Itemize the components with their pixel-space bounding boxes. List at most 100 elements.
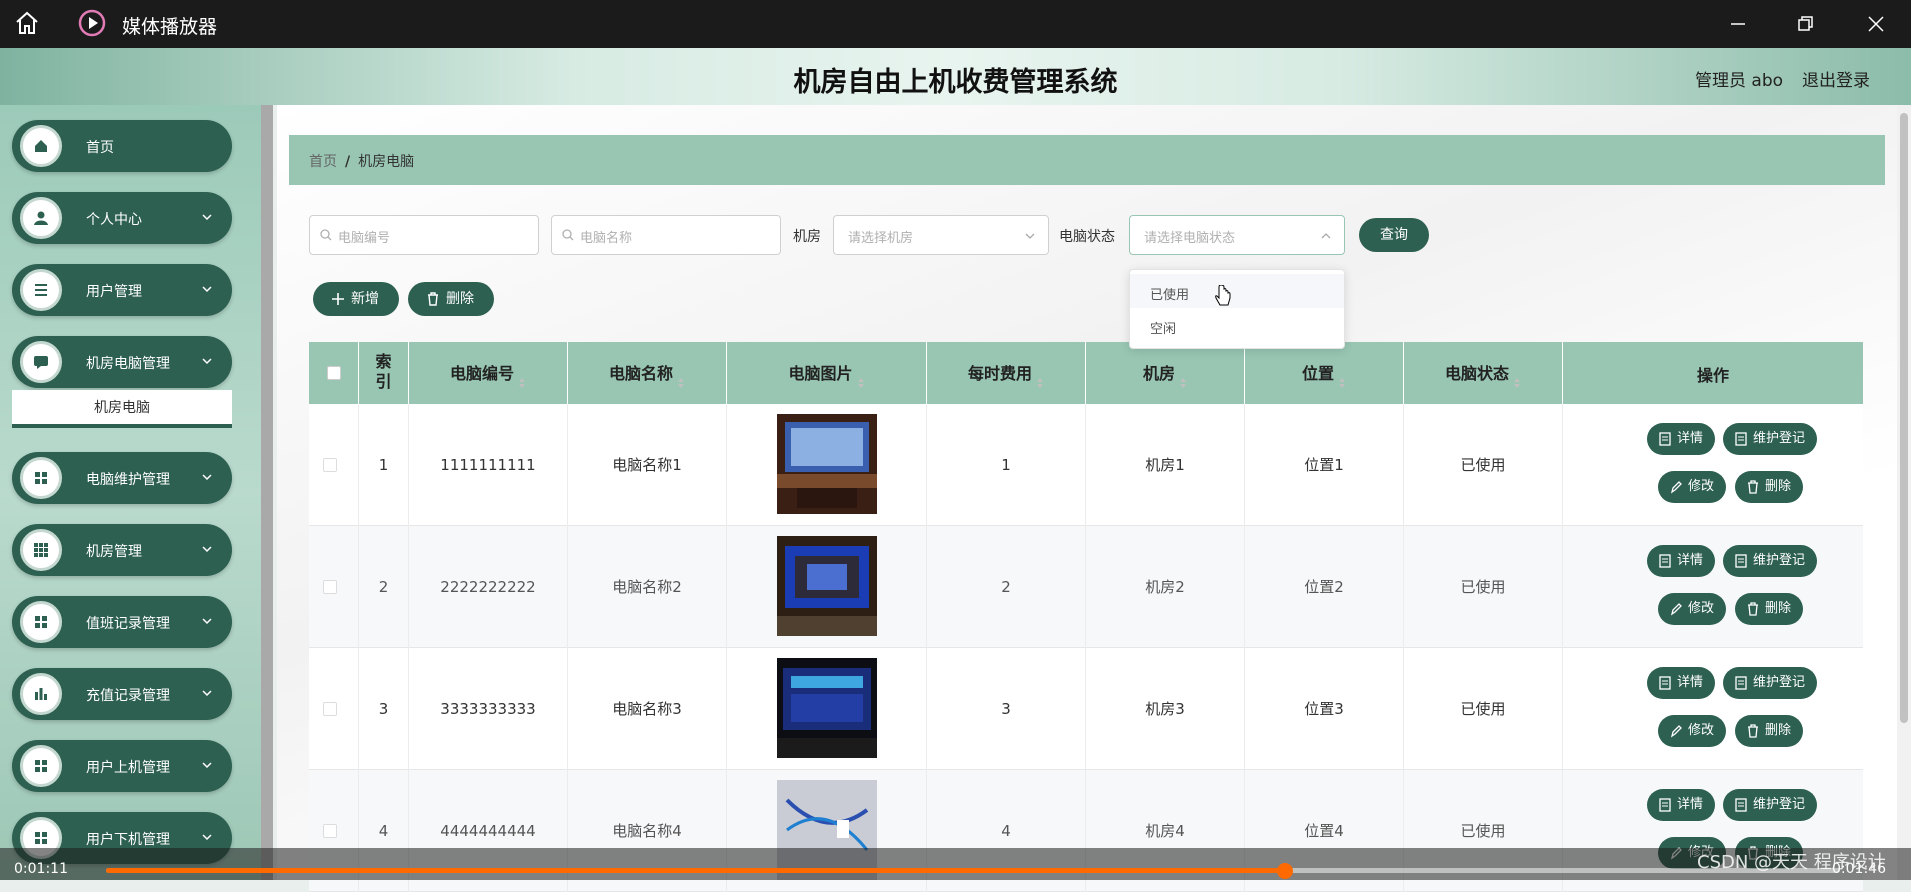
pc-name-input[interactable]: 电脑名称 (551, 215, 781, 255)
sidebar-item-room-management[interactable]: 机房管理 (12, 524, 232, 576)
select-all-checkbox[interactable] (327, 366, 341, 380)
sidebar-item-user-login[interactable]: 用户上机管理 (12, 740, 232, 792)
breadcrumb-current: 机房电脑 (358, 154, 415, 170)
header-position[interactable]: 位置 (1245, 342, 1404, 404)
chevron-down-icon (202, 834, 212, 841)
sort-icon (1037, 377, 1043, 388)
pc-image (777, 658, 877, 758)
user-icon (20, 197, 62, 239)
status-option-used[interactable]: 已使用 (1130, 274, 1344, 308)
delete-button[interactable]: 删除 (1735, 715, 1804, 747)
document-icon (1735, 554, 1747, 568)
app-header: 机房自由上机收费管理系统 管理员 abo 退出登录 (0, 48, 1911, 105)
trash-icon (1748, 724, 1758, 738)
grid9-icon (20, 529, 62, 571)
seek-progress (106, 868, 1286, 873)
system-title: 机房自由上机收费管理系统 (793, 67, 1118, 98)
sidebar-subitem-room-pc[interactable]: 机房电脑 (12, 390, 232, 428)
maintain-button[interactable]: 维护登记 (1723, 789, 1818, 821)
status-cell: 已使用 (1404, 404, 1563, 526)
room-cell: 机房2 (1086, 526, 1245, 648)
document-icon (1659, 798, 1671, 812)
row-checkbox[interactable] (323, 824, 337, 838)
pc-number-input[interactable]: 电脑编号 (309, 215, 539, 255)
trash-icon (1748, 480, 1758, 494)
restore-button[interactable] (1786, 8, 1826, 40)
page-scrollbar[interactable] (1897, 105, 1911, 880)
sidebar-item-recharge-record[interactable]: 充值记录管理 (12, 668, 232, 720)
chart-icon (20, 673, 62, 715)
sidebar-scrollbar[interactable] (261, 105, 273, 880)
delete-button[interactable]: 删除 (1735, 593, 1804, 625)
header-pc-image[interactable]: 电脑图片 (727, 342, 927, 404)
maintain-button[interactable]: 维护登记 (1723, 423, 1818, 455)
add-label: 新增 (351, 291, 379, 307)
room-select[interactable]: 请选择机房 (833, 215, 1049, 255)
sidebar-item-duty-record[interactable]: 值班记录管理 (12, 596, 232, 648)
status-select[interactable]: 请选择电脑状态 (1129, 215, 1345, 255)
seek-handle[interactable] (1277, 863, 1294, 879)
row-checkbox[interactable] (323, 458, 337, 472)
header-index: 索引 (359, 342, 409, 404)
grid-icon (20, 745, 62, 787)
detail-button[interactable]: 详情 (1647, 545, 1716, 577)
sidebar-item-label: 用户上机管理 (86, 760, 170, 776)
query-button[interactable]: 查询 (1359, 218, 1429, 252)
row-select-cell (309, 404, 359, 526)
home-icon (20, 125, 62, 167)
header-pc-status[interactable]: 电脑状态 (1404, 342, 1563, 404)
detail-button[interactable]: 详情 (1647, 789, 1716, 821)
header-select-all[interactable] (309, 342, 359, 404)
status-option-idle[interactable]: 空闲 (1130, 308, 1344, 342)
pc-name-cell: 电脑名称2 (568, 526, 727, 648)
sidebar-item-user-management[interactable]: 用户管理 (12, 264, 232, 316)
table-row: 1 1111111111 电脑名称1 1 机房1 位置1 已使用 详情 维护登记… (309, 404, 1863, 526)
index-cell: 1 (359, 404, 409, 526)
header-hourly-fee[interactable]: 每时费用 (927, 342, 1086, 404)
batch-delete-button[interactable]: 删除 (408, 282, 494, 316)
index-cell: 2 (359, 526, 409, 648)
edit-icon (1670, 725, 1682, 738)
close-button[interactable] (1856, 8, 1896, 40)
header-pc-number[interactable]: 电脑编号 (409, 342, 568, 404)
maintain-button[interactable]: 维护登记 (1723, 545, 1818, 577)
logout-link[interactable]: 退出登录 (1802, 66, 1870, 91)
sidebar-item-pc-maintenance[interactable]: 电脑维护管理 (12, 452, 232, 504)
chevron-down-icon (202, 358, 212, 365)
edit-button[interactable]: 修改 (1658, 593, 1727, 625)
fee-cell: 3 (927, 648, 1086, 770)
detail-button[interactable]: 详情 (1647, 423, 1716, 455)
row-checkbox[interactable] (323, 580, 337, 594)
breadcrumb: 首页 / 机房电脑 (289, 135, 1885, 185)
sort-icon (1180, 377, 1186, 388)
grid-icon (20, 457, 62, 499)
detail-button[interactable]: 详情 (1647, 667, 1716, 699)
delete-button[interactable]: 删除 (1735, 471, 1804, 503)
sort-icon (857, 377, 864, 388)
delete-label: 删除 (446, 291, 474, 307)
table-row: 3 3333333333 电脑名称3 3 机房3 位置3 已使用 详情 维护登记… (309, 648, 1863, 770)
home-icon[interactable] (14, 10, 40, 36)
edit-button[interactable]: 修改 (1658, 715, 1727, 747)
seek-bar[interactable] (106, 863, 1840, 879)
breadcrumb-home[interactable]: 首页 (309, 154, 337, 170)
sidebar-item-room-pc-management[interactable]: 机房电脑管理 (12, 336, 232, 388)
row-checkbox[interactable] (323, 702, 337, 716)
header-room[interactable]: 机房 (1086, 342, 1245, 404)
chevron-down-icon (202, 546, 212, 553)
maintain-button[interactable]: 维护登记 (1723, 667, 1818, 699)
document-icon (1659, 554, 1671, 568)
fee-cell: 2 (927, 526, 1086, 648)
add-button[interactable]: 新增 (313, 282, 399, 316)
operations-cell: 详情 维护登记 修改 删除 (1563, 404, 1863, 526)
sidebar-item-personal-center[interactable]: 个人中心 (12, 192, 232, 244)
sidebar-item-label: 机房管理 (86, 544, 142, 560)
scrollbar-thumb[interactable] (1900, 113, 1908, 723)
edit-button[interactable]: 修改 (1658, 471, 1727, 503)
sidebar-item-home[interactable]: 首页 (12, 120, 232, 172)
minimize-button[interactable] (1718, 8, 1758, 40)
header-pc-name[interactable]: 电脑名称 (568, 342, 727, 404)
edit-icon (1670, 603, 1682, 616)
row-select-cell (309, 648, 359, 770)
chevron-down-icon (202, 618, 212, 625)
